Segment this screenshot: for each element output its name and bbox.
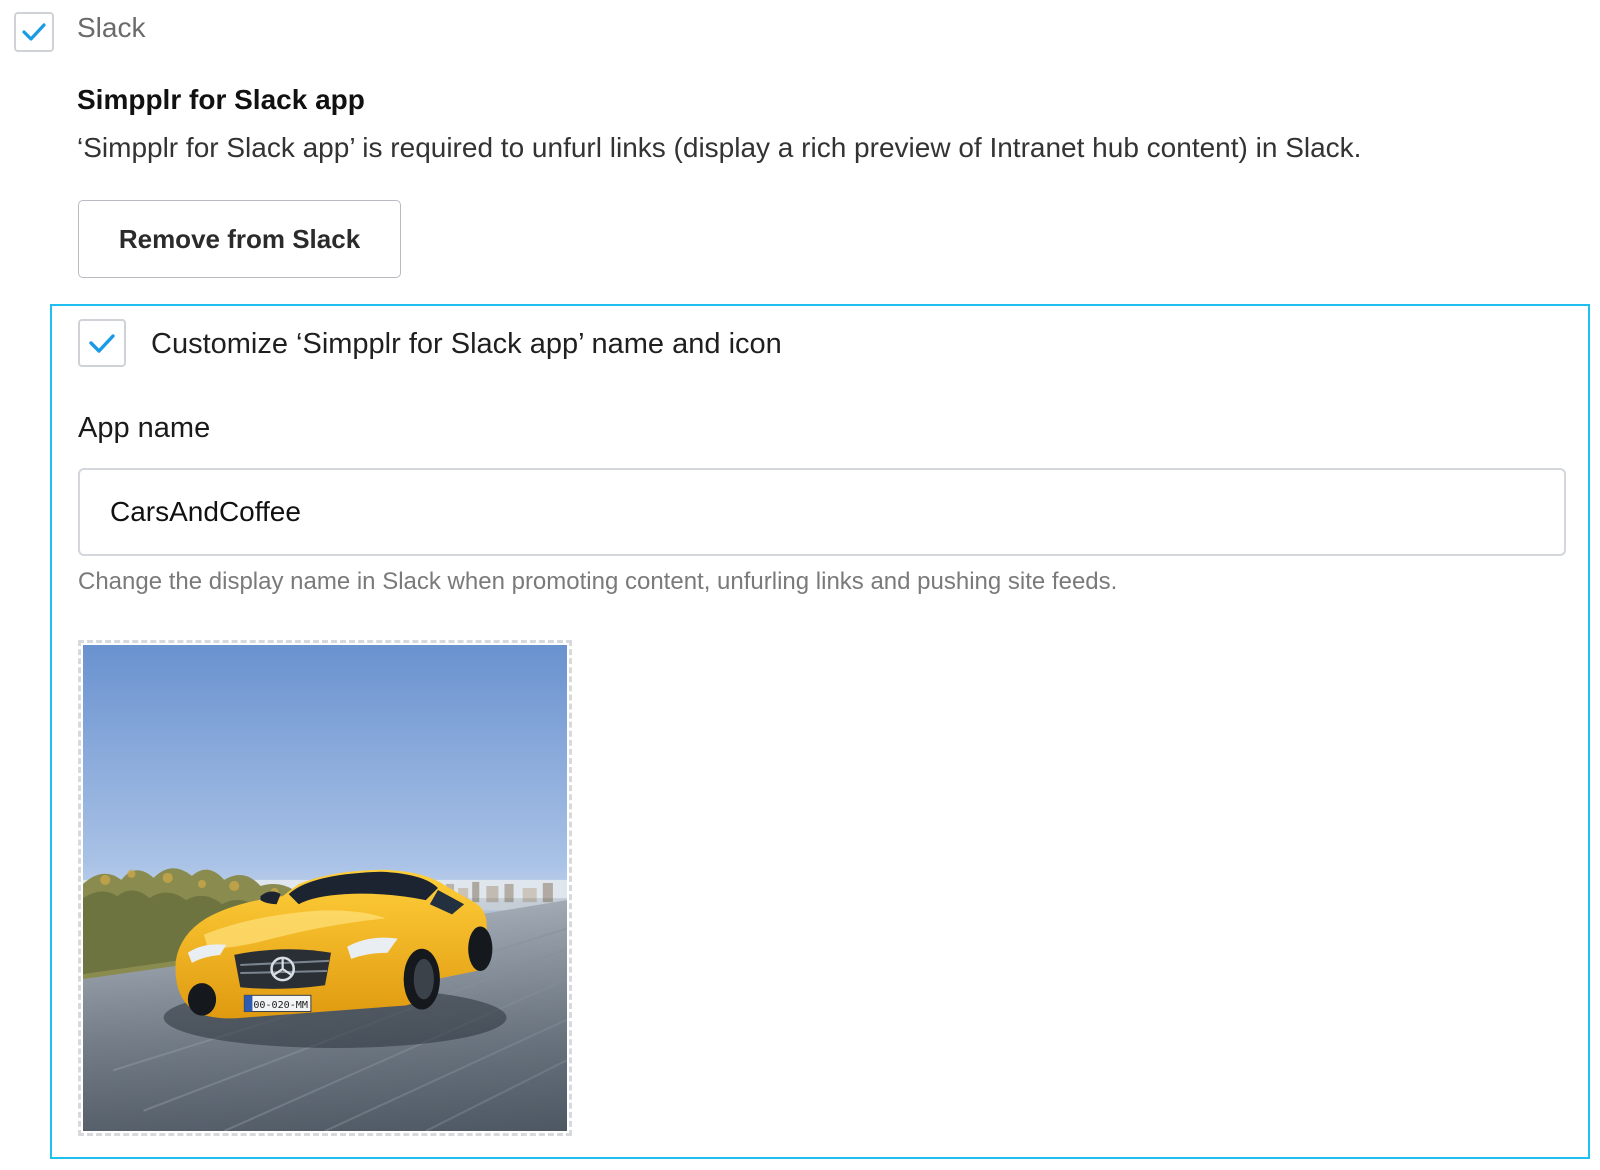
check-icon [22,23,46,41]
app-name-help-text[interactable]: Change the display name in Slack when pr… [78,566,1117,598]
app-icon-image: 00-020-MM [83,645,567,1131]
section-description: ‘Simpplr for Slack app’ is required to u… [77,132,1362,163]
section-title: Simpplr for Slack app [77,84,365,115]
slack-checkbox-label: Slack [77,12,146,43]
slack-checkbox[interactable] [14,12,54,52]
app-name-input[interactable] [78,468,1566,556]
app-name-label: App name [78,412,211,444]
remove-from-slack-button[interactable]: Remove from Slack [78,200,401,278]
app-icon-image-dropzone[interactable]: 00-020-MM [78,640,572,1136]
license-plate-text: 00-020-MM [253,1000,308,1011]
customize-checkbox[interactable] [78,319,126,367]
customize-checkbox-label: Customize ‘Simpplr for Slack app’ name a… [151,328,782,360]
check-icon [89,334,115,353]
